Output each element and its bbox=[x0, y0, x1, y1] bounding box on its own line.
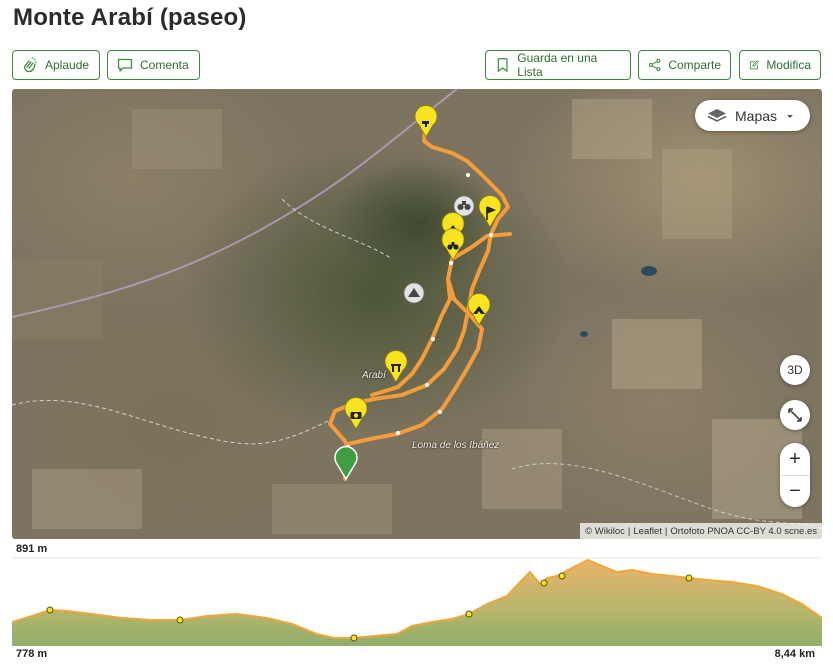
pond bbox=[580, 331, 588, 337]
expand-icon bbox=[788, 408, 802, 422]
share-icon bbox=[648, 58, 661, 72]
attribution-wikiloc[interactable]: © Wikiloc bbox=[585, 526, 625, 537]
elevation-waypoint[interactable] bbox=[465, 610, 473, 618]
elevation-waypoint[interactable] bbox=[46, 606, 54, 614]
guarda-en-lista-button[interactable]: Guarda en una Lista bbox=[485, 50, 631, 80]
attribution-ortofoto[interactable]: Ortofoto PNOA CC-BY 4.0 scne.es bbox=[670, 526, 817, 537]
elevation-waypoint[interactable] bbox=[685, 574, 693, 582]
map-attribution: © Wikiloc | Leaflet | Ortofoto PNOA CC-B… bbox=[580, 523, 822, 539]
elevation-waypoint[interactable] bbox=[350, 634, 358, 642]
elevation-waypoint[interactable] bbox=[540, 579, 548, 587]
water-icon[interactable] bbox=[414, 94, 438, 138]
elevation-waypoint[interactable] bbox=[558, 572, 566, 580]
elevation-min-label: 778 m bbox=[16, 648, 48, 660]
route-line bbox=[346, 232, 512, 446]
attribution-leaflet[interactable]: Leaflet bbox=[633, 526, 662, 537]
layers-icon bbox=[707, 108, 727, 122]
map-overlay bbox=[12, 89, 822, 534]
clap-icon bbox=[24, 57, 37, 73]
zoom-in-button[interactable]: + bbox=[780, 443, 810, 475]
trail-map[interactable]: Arabí Loma de los Ibáñez Mapas 3D + − © … bbox=[12, 89, 822, 539]
zoom-control: + − bbox=[780, 443, 810, 507]
elevation-area bbox=[12, 560, 822, 646]
aplaude-label: Aplaude bbox=[45, 58, 90, 72]
attribution-separator: | bbox=[664, 525, 668, 537]
guarda-label: Guarda en una Lista bbox=[517, 51, 598, 79]
terrain-texture bbox=[12, 99, 802, 534]
comenta-button[interactable]: Comenta bbox=[107, 50, 200, 80]
chevron-down-icon bbox=[787, 114, 794, 118]
map-3d-button[interactable]: 3D bbox=[780, 355, 810, 385]
path-line bbox=[12, 399, 333, 445]
summit-icon[interactable] bbox=[403, 282, 425, 304]
map-layers-button[interactable]: Mapas bbox=[695, 100, 810, 131]
comparte-label: Comparte bbox=[668, 58, 721, 72]
map-label-arabi: Arabí bbox=[362, 370, 386, 381]
elevation-max-label: 891 m bbox=[16, 543, 48, 555]
pond bbox=[641, 266, 657, 276]
modifica-button[interactable]: Modifica bbox=[739, 50, 821, 80]
elevation-waypoint[interactable] bbox=[176, 616, 184, 624]
comenta-label: Comenta bbox=[140, 58, 189, 72]
start-pin-icon[interactable] bbox=[334, 445, 358, 481]
bookmark-icon bbox=[497, 58, 508, 72]
comparte-button[interactable]: Comparte bbox=[638, 50, 731, 80]
zoom-out-button[interactable]: − bbox=[780, 475, 810, 507]
fullscreen-button[interactable] bbox=[780, 400, 810, 430]
aplaude-button[interactable]: Aplaude bbox=[12, 50, 100, 80]
cave-icon[interactable] bbox=[467, 293, 491, 326]
page-title: Monte Arabí (paseo) bbox=[13, 4, 247, 31]
attribution-separator: | bbox=[627, 525, 631, 537]
elevation-distance-label: 8,44 km bbox=[774, 648, 815, 660]
map-label-loma: Loma de los Ibáñez bbox=[412, 440, 500, 451]
modifica-label: Modifica bbox=[766, 58, 811, 72]
monument-icon[interactable] bbox=[384, 350, 408, 383]
edit-icon bbox=[749, 60, 759, 70]
camera-icon[interactable] bbox=[344, 397, 368, 430]
comment-icon bbox=[117, 58, 133, 72]
map-layers-label: Mapas bbox=[735, 107, 778, 124]
elevation-profile-chart[interactable] bbox=[12, 556, 822, 646]
